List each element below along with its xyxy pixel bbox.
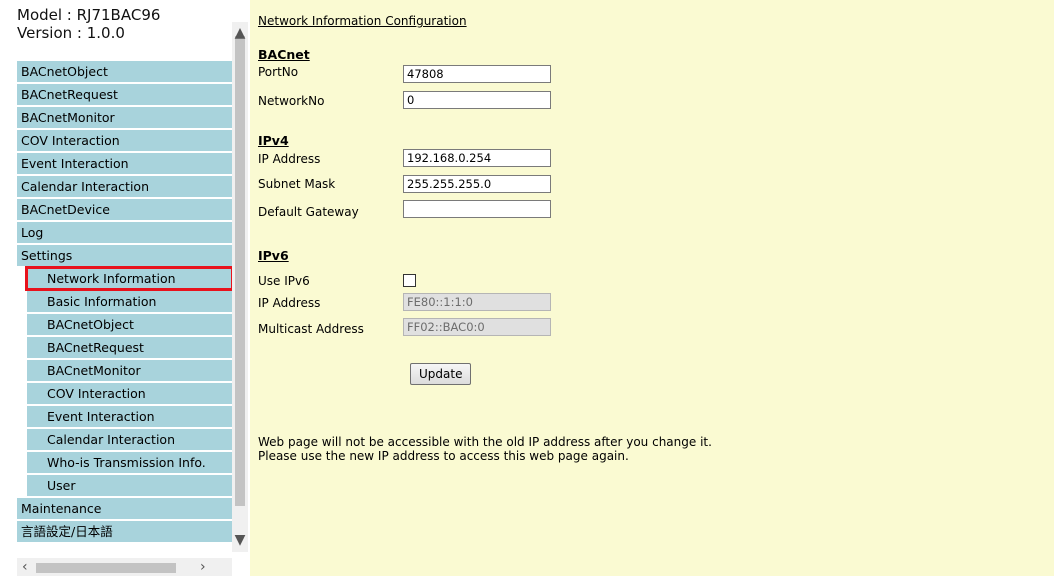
- default-gateway-label: Default Gateway: [258, 205, 359, 219]
- ipv6-heading: IPv6: [258, 248, 289, 263]
- use-ipv6-label: Use IPv6: [258, 274, 310, 288]
- page-title-link[interactable]: Network Information Configuration: [258, 14, 467, 28]
- menu-item-event-interaction[interactable]: Event Interaction: [17, 153, 232, 174]
- multicast-address-input: [403, 318, 551, 336]
- multicast-address-label: Multicast Address: [258, 322, 364, 336]
- network-no-label: NetworkNo: [258, 94, 325, 108]
- menu-item-settings[interactable]: Settings: [17, 245, 232, 266]
- update-button[interactable]: Update: [410, 363, 472, 385]
- menu-item-settings-calendar-interaction[interactable]: Calendar Interaction: [27, 429, 232, 450]
- vertical-scrollbar[interactable]: [232, 22, 248, 552]
- ipv4-address-label: IP Address: [258, 152, 321, 166]
- menu-item-settings-bacnetmonitor[interactable]: BACnetMonitor: [27, 360, 232, 381]
- model-label: Model : RJ71BAC96: [17, 6, 161, 24]
- warning-line-1: Web page will not be accessible with the…: [258, 435, 712, 449]
- menu-item-bacnetobject[interactable]: BACnetObject: [17, 61, 232, 82]
- menu-item-bacnetmonitor[interactable]: BACnetMonitor: [17, 107, 232, 128]
- scroll-left-icon[interactable]: ‹: [22, 560, 28, 574]
- menu-item-cov-interaction[interactable]: COV Interaction: [17, 130, 232, 151]
- ipv4-heading: IPv4: [258, 133, 289, 148]
- menu-item-bacnetdevice[interactable]: BACnetDevice: [17, 199, 232, 220]
- bacnet-heading: BACnet: [258, 47, 310, 62]
- menu-item-settings-network-information[interactable]: Network Information: [25, 266, 234, 291]
- network-no-input[interactable]: [403, 91, 551, 109]
- ip-change-warning: Web page will not be accessible with the…: [258, 435, 712, 463]
- scroll-down-icon[interactable]: ▼: [232, 533, 248, 547]
- vertical-scrollbar-thumb[interactable]: [235, 36, 245, 506]
- menu-item-bacnetrequest[interactable]: BACnetRequest: [17, 84, 232, 105]
- ipv6-address-label: IP Address: [258, 296, 321, 310]
- version-label: Version : 1.0.0: [17, 24, 125, 42]
- menu-item-settings-event-interaction[interactable]: Event Interaction: [27, 406, 232, 427]
- default-gateway-input[interactable]: [403, 200, 551, 218]
- ipv4-address-input[interactable]: [403, 149, 551, 167]
- menu-item-log[interactable]: Log: [17, 222, 232, 243]
- menu-item-maintenance[interactable]: Maintenance: [17, 498, 232, 519]
- menu-item-settings-user[interactable]: User: [27, 475, 232, 496]
- navigation-frame: Model : RJ71BAC96 Version : 1.0.0 BACnet…: [0, 0, 250, 576]
- horizontal-scrollbar-thumb[interactable]: [36, 563, 176, 573]
- warning-line-2: Please use the new IP address to access …: [258, 449, 629, 463]
- menu-item-settings-bacnetobject[interactable]: BACnetObject: [27, 314, 232, 335]
- menu-item-settings-who-is-transmission-info[interactable]: Who-is Transmission Info.: [27, 452, 232, 473]
- port-no-label: PortNo: [258, 65, 299, 79]
- menu-item-settings-bacnetrequest[interactable]: BACnetRequest: [27, 337, 232, 358]
- use-ipv6-checkbox[interactable]: [403, 274, 416, 287]
- ipv6-address-input: [403, 293, 551, 311]
- navigation-menu: BACnetObject BACnetRequest BACnetMonitor CO…: [17, 61, 234, 544]
- subnet-mask-input[interactable]: [403, 175, 551, 193]
- content-frame: Network Information Configuration BACnet…: [250, 0, 1054, 576]
- menu-item-language[interactable]: 言語設定/日本語: [17, 521, 232, 542]
- device-info: Model : RJ71BAC96 Version : 1.0.0: [17, 6, 232, 42]
- scroll-up-icon[interactable]: ▲: [232, 26, 248, 40]
- subnet-mask-label: Subnet Mask: [258, 177, 336, 191]
- scroll-right-icon[interactable]: ›: [200, 560, 206, 574]
- menu-item-settings-cov-interaction[interactable]: COV Interaction: [27, 383, 232, 404]
- menu-item-calendar-interaction[interactable]: Calendar Interaction: [17, 176, 232, 197]
- port-no-input[interactable]: [403, 65, 551, 83]
- menu-item-settings-basic-information[interactable]: Basic Information: [27, 291, 232, 312]
